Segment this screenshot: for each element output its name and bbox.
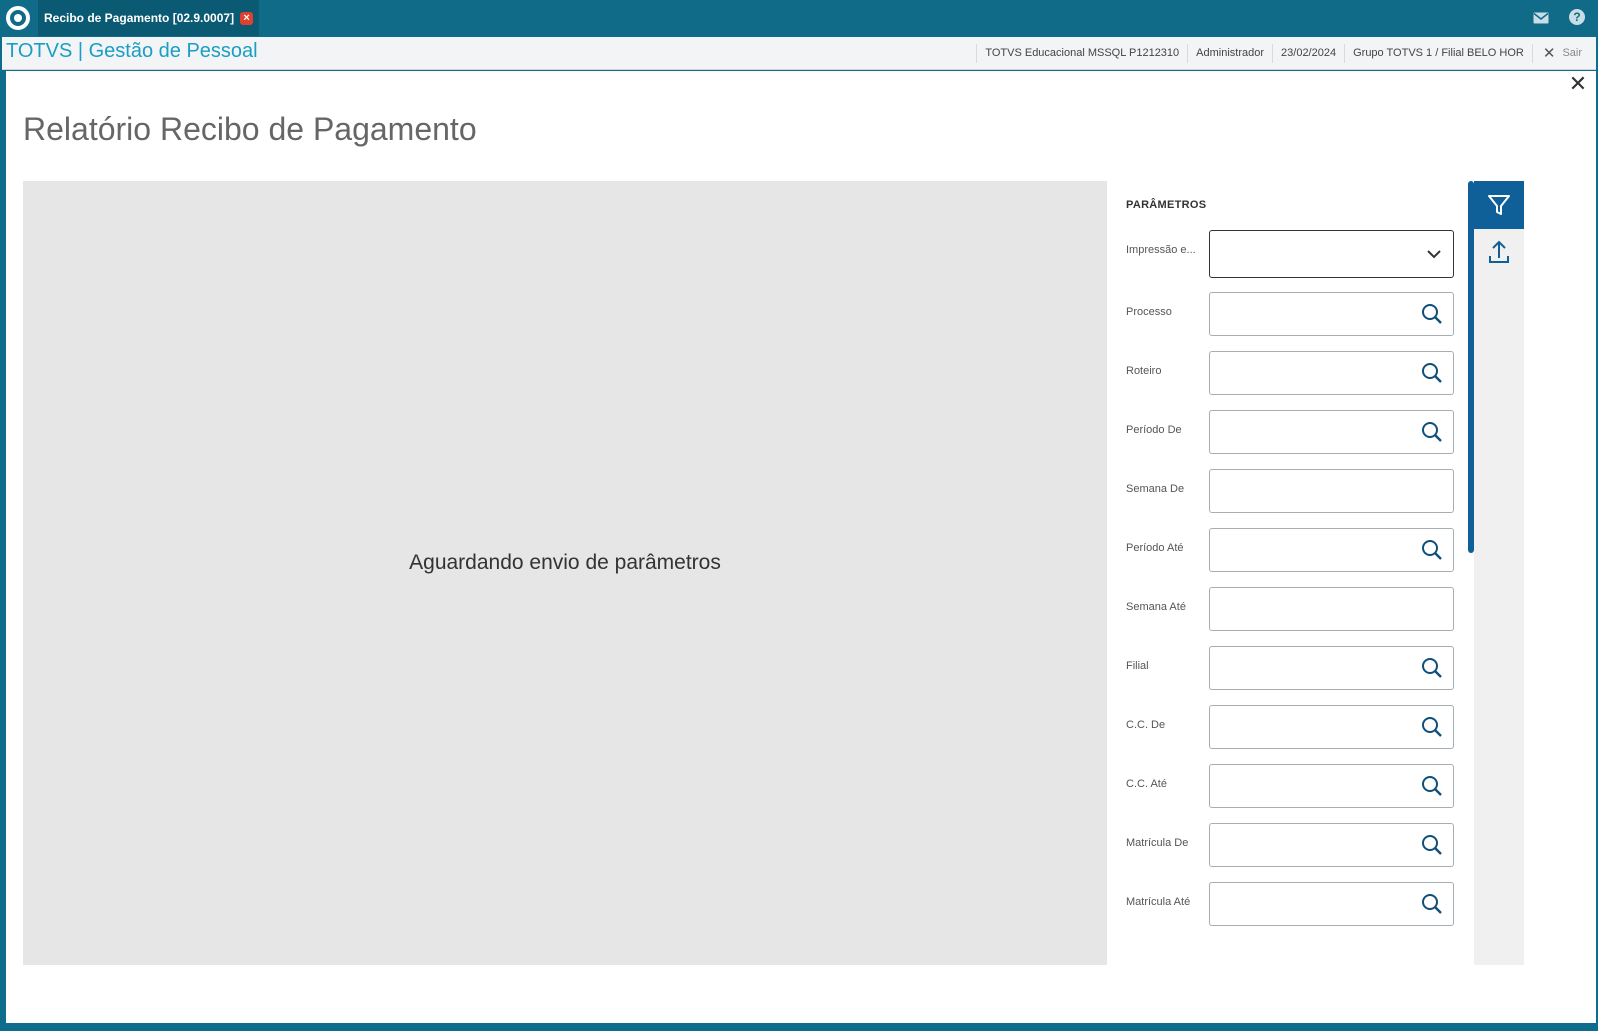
- date-label: 23/02/2024: [1272, 44, 1344, 63]
- cc-de-lookup-input[interactable]: [1209, 705, 1454, 749]
- search-icon[interactable]: [1421, 775, 1443, 797]
- session-info: TOTVS Educacional MSSQL P1212310 Adminis…: [976, 37, 1596, 70]
- search-icon[interactable]: [1421, 539, 1443, 561]
- param-row-filial: Filial: [1107, 646, 1464, 690]
- param-row-cc-de: C.C. De: [1107, 705, 1464, 749]
- semana-de-input[interactable]: [1209, 469, 1454, 513]
- chevron-down-icon: [1427, 250, 1441, 259]
- semana-ate-input[interactable]: [1209, 587, 1454, 631]
- param-row-matricula-ate: Matrícula Até: [1107, 882, 1464, 926]
- param-row-cc-ate: C.C. Até: [1107, 764, 1464, 808]
- param-label: Roteiro: [1126, 365, 1162, 377]
- param-label: Processo: [1126, 306, 1172, 318]
- help-icon[interactable]: ?: [1569, 9, 1587, 27]
- param-label: Filial: [1126, 660, 1149, 672]
- filial-lookup-input[interactable]: [1209, 646, 1454, 690]
- search-icon[interactable]: [1421, 716, 1443, 738]
- filter-button[interactable]: [1474, 181, 1524, 229]
- logout-label: Sair: [1562, 47, 1582, 59]
- param-row-impressao: Impressão e...: [1107, 230, 1464, 278]
- param-label: C.C. Até: [1126, 778, 1167, 790]
- search-icon[interactable]: [1421, 303, 1443, 325]
- param-label: Período De: [1126, 424, 1182, 436]
- cc-ate-lookup-input[interactable]: [1209, 764, 1454, 808]
- logout-button[interactable]: ✕ Sair: [1531, 44, 1596, 63]
- parameters-panel: PARÂMETROS Impressão e... Processo Rotei…: [1107, 181, 1464, 935]
- tab-recibo-pagamento[interactable]: Recibo de Pagamento [02.9.0007] ×: [38, 0, 260, 36]
- param-label: Matrícula De: [1126, 837, 1189, 849]
- search-icon[interactable]: [1421, 421, 1443, 443]
- parameters-title: PARÂMETROS: [1126, 199, 1207, 211]
- user-label: Administrador: [1187, 44, 1272, 63]
- tab-label: Recibo de Pagamento [02.9.0007]: [44, 11, 235, 25]
- mail-icon[interactable]: [1532, 9, 1550, 27]
- environment-label: TOTVS Educacional MSSQL P1212310: [976, 44, 1187, 63]
- app-header: TOTVS | Gestão de Pessoal TOTVS Educacio…: [2, 37, 1596, 70]
- param-label: Impressão e...: [1126, 244, 1196, 256]
- param-row-periodo-ate: Período Até: [1107, 528, 1464, 572]
- close-report-button[interactable]: ✕: [1567, 71, 1589, 97]
- filter-icon: [1488, 195, 1510, 215]
- processo-lookup-input[interactable]: [1209, 292, 1454, 336]
- report-preview: Aguardando envio de parâmetros: [23, 181, 1107, 965]
- app-brand: TOTVS | Gestão de Pessoal: [6, 40, 258, 62]
- page-title: Relatório Recibo de Pagamento: [23, 111, 477, 147]
- branch-label: Grupo TOTVS 1 / Filial BELO HOR: [1344, 44, 1532, 63]
- param-row-periodo-de: Período De: [1107, 410, 1464, 454]
- periodo-ate-lookup-input[interactable]: [1209, 528, 1454, 572]
- param-row-matricula-de: Matrícula De: [1107, 823, 1464, 867]
- param-row-processo: Processo: [1107, 292, 1464, 336]
- tab-close-icon[interactable]: ×: [240, 11, 254, 25]
- param-label: Semana De: [1126, 483, 1185, 495]
- param-row-semana-ate: Semana Até: [1107, 587, 1464, 631]
- param-row-semana-de: Semana De: [1107, 469, 1464, 513]
- totvs-logo-icon[interactable]: [6, 6, 30, 30]
- main-panel: ✕ Relatório Recibo de Pagamento Aguardan…: [6, 71, 1596, 1023]
- impressao-select[interactable]: [1209, 230, 1454, 278]
- roteiro-lookup-input[interactable]: [1209, 351, 1454, 395]
- export-button[interactable]: [1474, 229, 1524, 277]
- param-label: Período Até: [1126, 542, 1184, 554]
- side-toolbar: [1474, 181, 1524, 965]
- upload-icon: [1489, 240, 1509, 263]
- param-label: C.C. De: [1126, 719, 1166, 731]
- search-icon[interactable]: [1421, 834, 1443, 856]
- matricula-de-lookup-input[interactable]: [1209, 823, 1454, 867]
- param-row-roteiro: Roteiro: [1107, 351, 1464, 395]
- search-icon[interactable]: [1421, 362, 1443, 384]
- param-label: Matrícula Até: [1126, 896, 1191, 908]
- search-icon[interactable]: [1421, 893, 1443, 915]
- search-icon[interactable]: [1421, 657, 1443, 679]
- matricula-ate-lookup-input[interactable]: [1209, 882, 1454, 926]
- close-icon: ✕: [1542, 45, 1556, 62]
- waiting-message: Aguardando envio de parâmetros: [409, 551, 721, 574]
- param-label: Semana Até: [1126, 601, 1186, 613]
- window-titlebar: Recibo de Pagamento [02.9.0007] × ?: [0, 0, 1598, 36]
- periodo-de-lookup-input[interactable]: [1209, 410, 1454, 454]
